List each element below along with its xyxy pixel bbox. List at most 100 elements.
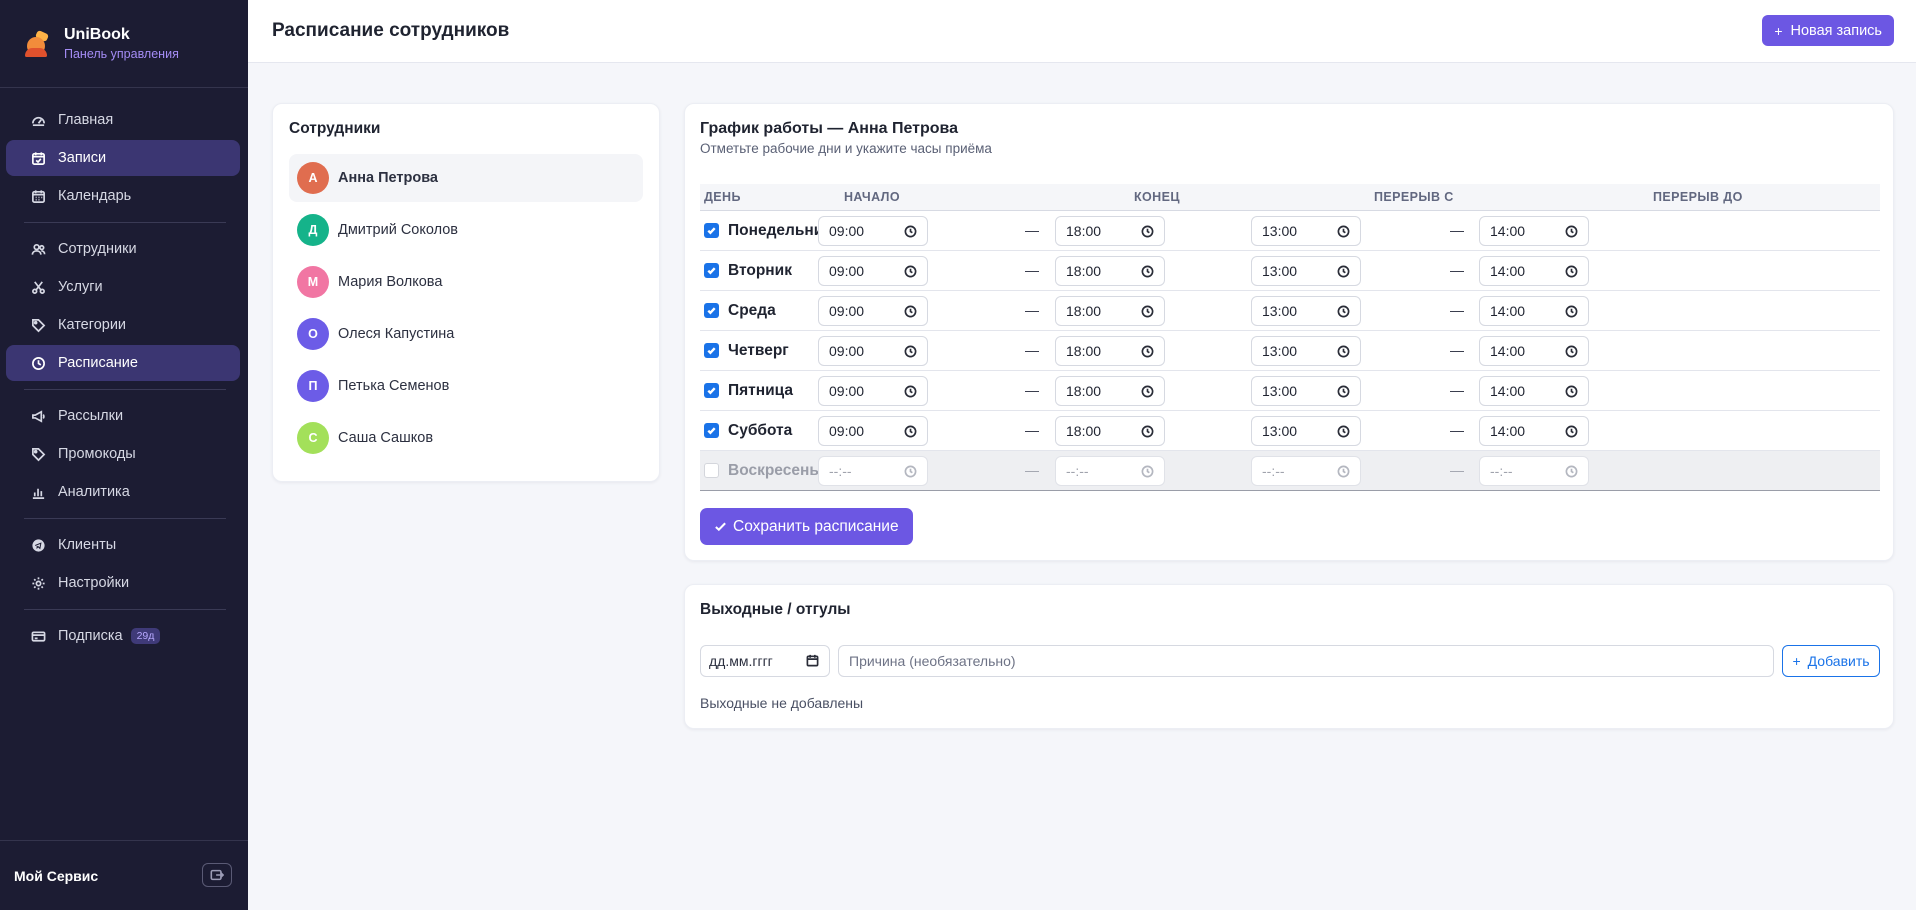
employee-item[interactable]: А Анна Петрова	[289, 154, 643, 202]
break-from-time-input[interactable]: 13:00	[1251, 336, 1361, 366]
employee-item[interactable]: Д Дмитрий Соколов	[289, 206, 643, 254]
clock-icon[interactable]	[904, 345, 917, 358]
clock-icon[interactable]	[1337, 265, 1350, 278]
end-time-input[interactable]: 18:00	[1055, 216, 1165, 246]
end-time-input[interactable]: --:--	[1055, 456, 1165, 486]
break-to-time-input[interactable]: 14:00	[1479, 376, 1589, 406]
break-to-time-input[interactable]: 14:00	[1479, 336, 1589, 366]
start-time-input[interactable]: 09:00	[818, 256, 928, 286]
sidebar-item-label: Клиенты	[58, 537, 117, 553]
clock-icon[interactable]	[1337, 425, 1350, 438]
clock-icon[interactable]	[1141, 265, 1154, 278]
break-to-time-input[interactable]: 14:00	[1479, 416, 1589, 446]
end-time-input[interactable]: 18:00	[1055, 376, 1165, 406]
start-time-input[interactable]: 09:00	[818, 376, 928, 406]
start-time-input[interactable]: 09:00	[818, 216, 928, 246]
sidebar-item-clock[interactable]: Расписание	[6, 345, 240, 381]
employee-item[interactable]: О Олеся Капустина	[289, 310, 643, 358]
telegram-icon	[30, 537, 46, 553]
day-checkbox[interactable]	[704, 223, 719, 238]
break-from-time-input[interactable]: 13:00	[1251, 216, 1361, 246]
sidebar-item-megaphone[interactable]: Рассылки	[6, 398, 240, 434]
break-from-time-input[interactable]: --:--	[1251, 456, 1361, 486]
sidebar-item-gear[interactable]: Настройки	[6, 565, 240, 601]
sidebar-item-gauge[interactable]: Главная	[6, 102, 240, 138]
clock-icon[interactable]	[1141, 345, 1154, 358]
clock-icon[interactable]	[1337, 345, 1350, 358]
sidebar-item-scissors[interactable]: Услуги	[6, 269, 240, 305]
break-to-time-input[interactable]: --:--	[1479, 456, 1589, 486]
clock-icon[interactable]	[1565, 425, 1578, 438]
day-checkbox[interactable]	[704, 263, 719, 278]
clock-icon[interactable]	[904, 465, 917, 478]
date-input[interactable]: дд.мм.гггг	[700, 645, 830, 677]
time-value: 13:00	[1262, 263, 1298, 279]
break-to-time-input[interactable]: 14:00	[1479, 296, 1589, 326]
start-time-input[interactable]: 09:00	[818, 416, 928, 446]
clock-icon[interactable]	[1337, 305, 1350, 318]
day-checkbox[interactable]	[704, 423, 719, 438]
sidebar-item-label: Промокоды	[58, 446, 136, 462]
sidebar-item-people[interactable]: Сотрудники	[6, 231, 240, 267]
clock-icon[interactable]	[1141, 385, 1154, 398]
clock-icon[interactable]	[904, 385, 917, 398]
logout-button[interactable]	[202, 863, 232, 887]
day-checkbox[interactable]	[704, 463, 719, 478]
sidebar-item-tag[interactable]: Категории	[6, 307, 240, 343]
clock-icon[interactable]	[904, 225, 917, 238]
day-checkbox[interactable]	[704, 303, 719, 318]
start-time-input[interactable]: --:--	[818, 456, 928, 486]
employee-item[interactable]: П Петька Семенов	[289, 362, 643, 410]
end-time-input[interactable]: 18:00	[1055, 296, 1165, 326]
new-booking-button[interactable]: + Новая запись	[1762, 15, 1894, 46]
clock-icon[interactable]	[1565, 305, 1578, 318]
clock-icon[interactable]	[1565, 345, 1578, 358]
clock-icon[interactable]	[1565, 265, 1578, 278]
employee-item[interactable]: М Мария Волкова	[289, 258, 643, 306]
end-time-input[interactable]: 18:00	[1055, 416, 1165, 446]
day-checkbox[interactable]	[704, 383, 719, 398]
employee-item[interactable]: С Саша Сашков	[289, 414, 643, 462]
brand[interactable]: UniBook Панель управления	[0, 0, 248, 88]
sidebar-item-bar-chart[interactable]: Аналитика	[6, 474, 240, 510]
save-schedule-button[interactable]: Сохранить расписание	[700, 508, 913, 545]
clock-icon[interactable]	[904, 265, 917, 278]
clock-icon[interactable]	[1565, 465, 1578, 478]
sidebar-item-calendar-grid[interactable]: Календарь	[6, 178, 240, 214]
reason-input[interactable]	[838, 645, 1774, 677]
time-value: --:--	[1490, 463, 1513, 479]
break-to-time-input[interactable]: 14:00	[1479, 256, 1589, 286]
calendar-check-icon	[30, 150, 46, 166]
clock-icon[interactable]	[1141, 465, 1154, 478]
sidebar-item-calendar-check[interactable]: Записи	[6, 140, 240, 176]
break-to-time-input[interactable]: 14:00	[1479, 216, 1589, 246]
clock-icon[interactable]	[1337, 465, 1350, 478]
day-checkbox[interactable]	[704, 343, 719, 358]
time-value: 18:00	[1066, 223, 1102, 239]
start-time-input[interactable]: 09:00	[818, 296, 928, 326]
clock-icon[interactable]	[1337, 385, 1350, 398]
clock-icon[interactable]	[1337, 225, 1350, 238]
clock-icon[interactable]	[1141, 305, 1154, 318]
days-off-empty-text: Выходные не добавлены	[700, 695, 864, 711]
clock-icon[interactable]	[1141, 425, 1154, 438]
end-time-input[interactable]: 18:00	[1055, 256, 1165, 286]
add-day-off-button[interactable]: + Добавить	[1782, 645, 1880, 677]
sidebar-item-telegram[interactable]: Клиенты	[6, 527, 240, 563]
schedule-card: График работы — Анна Петрова Отметьте ра…	[684, 103, 1894, 561]
break-from-time-input[interactable]: 13:00	[1251, 256, 1361, 286]
sidebar-item-tag[interactable]: Промокоды	[6, 436, 240, 472]
clock-icon[interactable]	[1565, 225, 1578, 238]
start-time-input[interactable]: 09:00	[818, 336, 928, 366]
clock-icon[interactable]	[904, 425, 917, 438]
calendar-icon[interactable]	[806, 654, 819, 667]
avatar: Д	[297, 214, 329, 246]
break-from-time-input[interactable]: 13:00	[1251, 416, 1361, 446]
break-from-time-input[interactable]: 13:00	[1251, 296, 1361, 326]
sidebar-item-credit-card[interactable]: Подписка 29д	[6, 618, 240, 654]
clock-icon[interactable]	[1141, 225, 1154, 238]
clock-icon[interactable]	[904, 305, 917, 318]
break-from-time-input[interactable]: 13:00	[1251, 376, 1361, 406]
end-time-input[interactable]: 18:00	[1055, 336, 1165, 366]
clock-icon[interactable]	[1565, 385, 1578, 398]
